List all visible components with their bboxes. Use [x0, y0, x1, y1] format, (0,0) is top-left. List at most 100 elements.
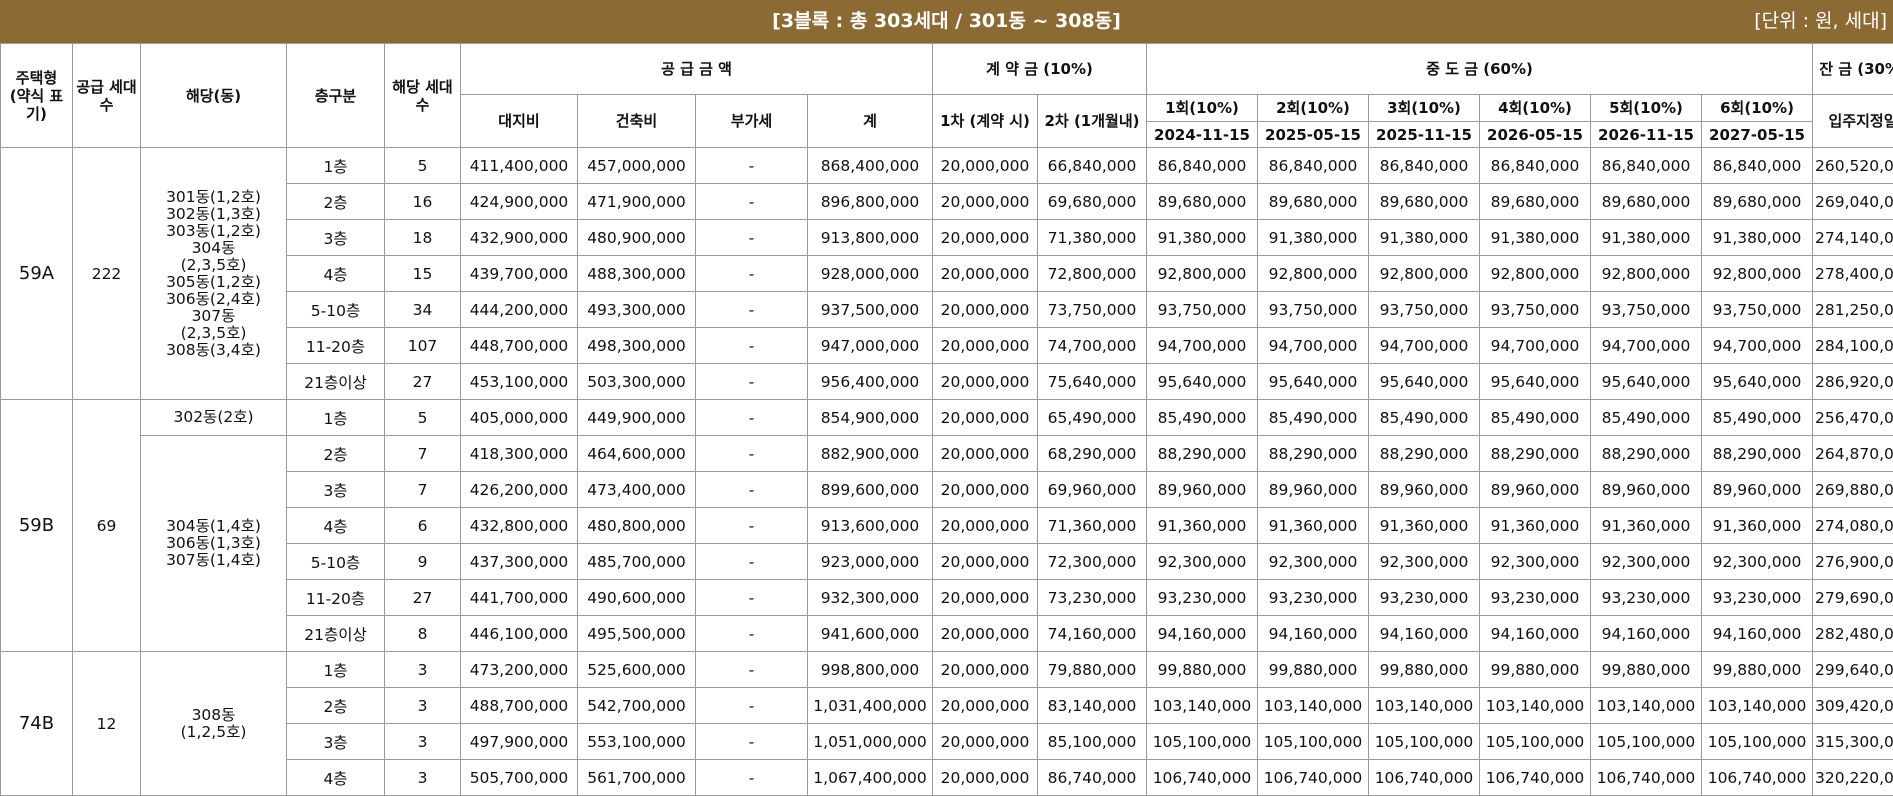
vat-cell: -: [696, 184, 808, 220]
mid3-cell: 99,880,000: [1369, 652, 1480, 688]
mid2-cell: 93,750,000: [1258, 292, 1369, 328]
dep1-cell: 20,000,000: [933, 652, 1038, 688]
total-cell: 956,400,000: [808, 364, 933, 400]
mid1-cell: 95,640,000: [1147, 364, 1258, 400]
mid3-cell: 95,640,000: [1369, 364, 1480, 400]
total-cell: 937,500,000: [808, 292, 933, 328]
mid4-cell: 91,360,000: [1480, 508, 1591, 544]
mid4-cell: 89,680,000: [1480, 184, 1591, 220]
land-cell: 418,300,000: [461, 436, 578, 472]
mid2-cell: 94,160,000: [1258, 616, 1369, 652]
total-cell: 923,000,000: [808, 544, 933, 580]
balance-cell: 284,100,000: [1813, 328, 1893, 364]
header-land: 대지비: [461, 95, 578, 148]
header-dong: 해당(동): [141, 44, 287, 148]
floor-cell: 4층: [287, 760, 385, 796]
mid1-cell: 92,300,000: [1147, 544, 1258, 580]
building-cell: 473,400,000: [578, 472, 696, 508]
total-cell: 1,051,000,000: [808, 724, 933, 760]
vat-cell: -: [696, 328, 808, 364]
floor-cell: 3층: [287, 472, 385, 508]
header-building: 건축비: [578, 95, 696, 148]
mid3-cell: 89,960,000: [1369, 472, 1480, 508]
table-title: [3블록 : 총 303세대 / 301동 ~ 308동]: [0, 0, 1893, 43]
mid2-cell: 95,640,000: [1258, 364, 1369, 400]
building-cell: 485,700,000: [578, 544, 696, 580]
mid2-cell: 91,380,000: [1258, 220, 1369, 256]
mid4-cell: 95,640,000: [1480, 364, 1591, 400]
mid1-cell: 103,140,000: [1147, 688, 1258, 724]
floor-cell: 2층: [287, 184, 385, 220]
mid4-cell: 93,230,000: [1480, 580, 1591, 616]
mid6-cell: 86,840,000: [1702, 148, 1813, 184]
mid5-cell: 91,360,000: [1591, 508, 1702, 544]
dep1-cell: 20,000,000: [933, 184, 1038, 220]
dong-cell: 304동(1,4호)306동(1,3호)307동(1,4호): [141, 436, 287, 652]
land-cell: 488,700,000: [461, 688, 578, 724]
table-row: 74B12308동(1,2,5호)1층3473,200,000525,600,0…: [1, 652, 1893, 688]
balance-cell: 256,470,000: [1813, 400, 1893, 436]
supply-units-cell: 69: [73, 400, 141, 652]
land-cell: 424,900,000: [461, 184, 578, 220]
units-cell: 7: [385, 436, 461, 472]
mid4-cell: 88,290,000: [1480, 436, 1591, 472]
dong-cell: 308동(1,2,5호): [141, 652, 287, 796]
floor-cell: 5-10층: [287, 292, 385, 328]
mid6-cell: 89,960,000: [1702, 472, 1813, 508]
mid1-cell: 94,160,000: [1147, 616, 1258, 652]
dep1-cell: 20,000,000: [933, 148, 1038, 184]
dong-line: 302동(2호): [143, 409, 284, 426]
header-mid1-label: 1회(10%): [1147, 95, 1258, 122]
units-cell: 5: [385, 400, 461, 436]
dep2-cell: 74,160,000: [1038, 616, 1147, 652]
table-row: 59A222301동(1,2호)302동(1,3호)303동(1,2호)304동…: [1, 148, 1893, 184]
mid4-cell: 91,380,000: [1480, 220, 1591, 256]
mid6-cell: 93,750,000: [1702, 292, 1813, 328]
supply-units-cell: 12: [73, 652, 141, 796]
dep2-cell: 74,700,000: [1038, 328, 1147, 364]
balance-cell: 274,080,000: [1813, 508, 1893, 544]
mid4-cell: 92,300,000: [1480, 544, 1591, 580]
header-mid2-date: 2025-05-15: [1258, 122, 1369, 148]
dep1-cell: 20,000,000: [933, 760, 1038, 796]
mid2-cell: 93,230,000: [1258, 580, 1369, 616]
dong-line: 308동: [143, 707, 284, 724]
table-row: 304동(1,4호)306동(1,3호)307동(1,4호)2층7418,300…: [1, 436, 1893, 472]
dep1-cell: 20,000,000: [933, 364, 1038, 400]
building-cell: 493,300,000: [578, 292, 696, 328]
header-dep2: 2차 (1개월내): [1038, 95, 1147, 148]
mid2-cell: 99,880,000: [1258, 652, 1369, 688]
mid2-cell: 103,140,000: [1258, 688, 1369, 724]
header-mid2-label: 2회(10%): [1258, 95, 1369, 122]
mid2-cell: 89,680,000: [1258, 184, 1369, 220]
dep2-cell: 79,880,000: [1038, 652, 1147, 688]
mid1-cell: 85,490,000: [1147, 400, 1258, 436]
floor-cell: 1층: [287, 400, 385, 436]
floor-cell: 1층: [287, 148, 385, 184]
mid6-cell: 94,160,000: [1702, 616, 1813, 652]
header-mid4-label: 4회(10%): [1480, 95, 1591, 122]
mid2-cell: 94,700,000: [1258, 328, 1369, 364]
dep2-cell: 73,230,000: [1038, 580, 1147, 616]
mid3-cell: 88,290,000: [1369, 436, 1480, 472]
mid6-cell: 99,880,000: [1702, 652, 1813, 688]
balance-cell: 279,690,000: [1813, 580, 1893, 616]
house-type-cell: 74B: [1, 652, 73, 796]
building-cell: 464,600,000: [578, 436, 696, 472]
dong-line: (2,3,5호): [143, 257, 284, 274]
total-cell: 882,900,000: [808, 436, 933, 472]
mid6-cell: 92,800,000: [1702, 256, 1813, 292]
dep2-cell: 69,680,000: [1038, 184, 1147, 220]
dong-line: 304동: [143, 240, 284, 257]
mid1-cell: 93,230,000: [1147, 580, 1258, 616]
dep1-cell: 20,000,000: [933, 292, 1038, 328]
dep2-cell: 69,960,000: [1038, 472, 1147, 508]
mid3-cell: 94,700,000: [1369, 328, 1480, 364]
mid1-cell: 91,380,000: [1147, 220, 1258, 256]
total-cell: 928,000,000: [808, 256, 933, 292]
dep1-cell: 20,000,000: [933, 724, 1038, 760]
header-balance-sub: 입주지정일: [1813, 95, 1893, 148]
building-cell: 480,800,000: [578, 508, 696, 544]
land-cell: 411,400,000: [461, 148, 578, 184]
balance-cell: 309,420,000: [1813, 688, 1893, 724]
